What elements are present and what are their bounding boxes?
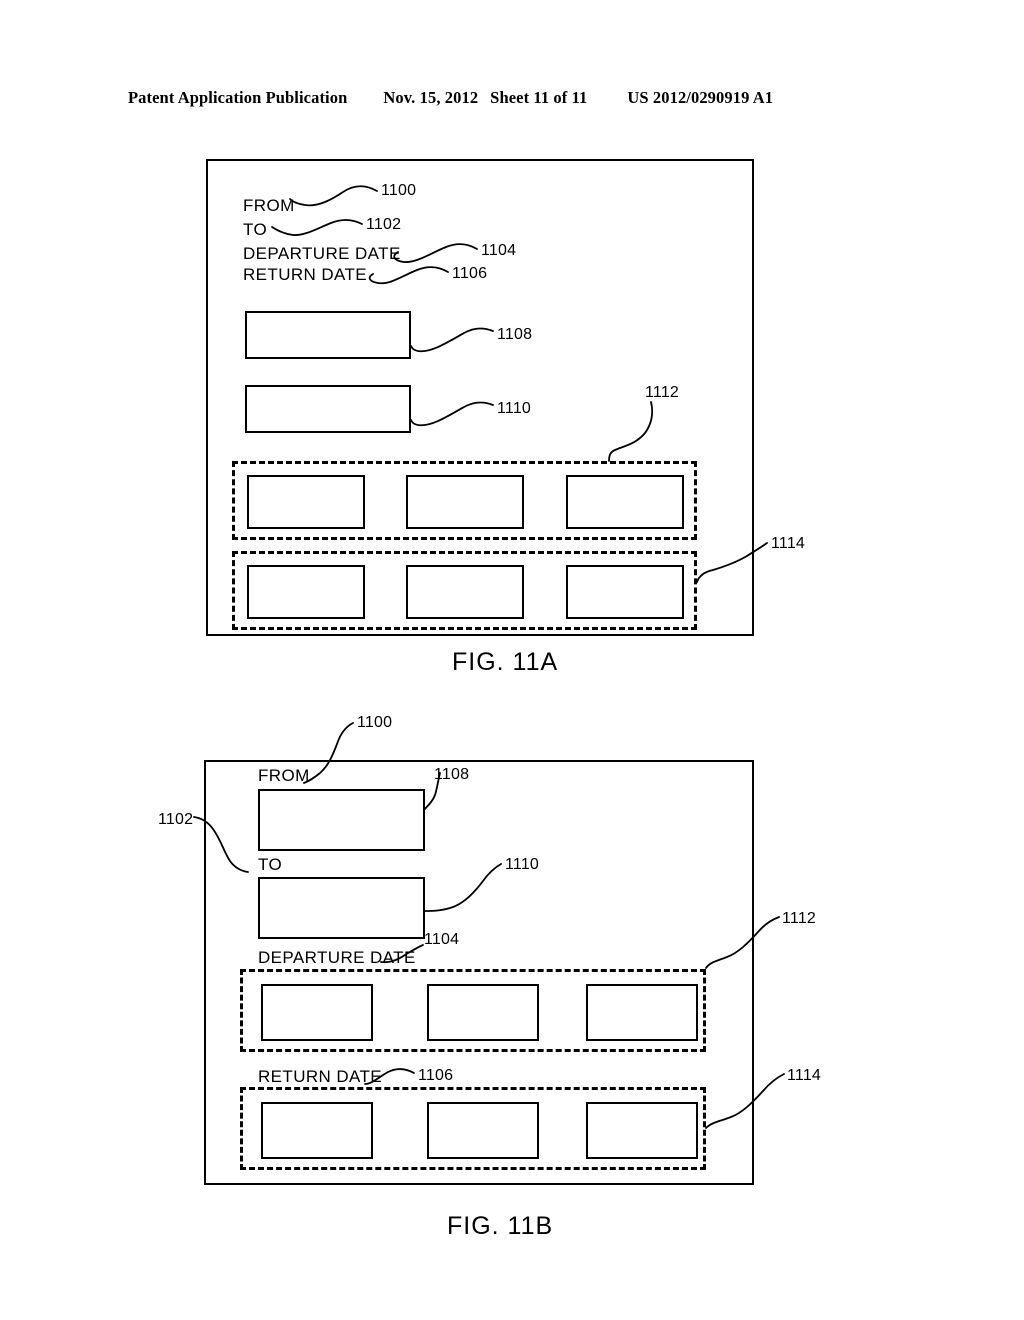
fig-11a-ref-1104: 1104 (481, 242, 517, 259)
fig-11b-return-option-1[interactable] (261, 1102, 373, 1159)
fig-11a-caption: FIG. 11A (452, 648, 559, 676)
fig-11b-ref-1104: 1104 (424, 931, 460, 948)
fig-11b-return-date-group (240, 1087, 706, 1170)
fig-11a-departure-option-3[interactable] (566, 475, 684, 529)
fig-11b-ref-1112: 1112 (782, 910, 817, 927)
fig-11b-return-option-2[interactable] (427, 1102, 539, 1159)
fig-11b-departure-option-2[interactable] (427, 984, 539, 1041)
header-publication-date: Nov. 15, 2012 (383, 88, 479, 107)
fig-11b-from-input-box[interactable] (258, 789, 425, 851)
fig-11b-ref-1106: 1106 (418, 1067, 454, 1084)
fig-11a-label-return-date: RETURN DATE (243, 265, 368, 284)
fig-11a-departure-option-2[interactable] (406, 475, 524, 529)
fig-11b-caption: FIG. 11B (447, 1212, 554, 1240)
fig-11a-label-from: FROM (243, 196, 295, 215)
fig-11a-ref-1114: 1114 (771, 535, 806, 552)
header-sheet-number: Sheet 11 of 11 (490, 88, 588, 107)
header-publication-title: Patent Application Publication (128, 88, 348, 107)
fig-11b-label-return-date: RETURN DATE (258, 1067, 383, 1086)
fig-11a-ref-1108: 1108 (497, 326, 533, 343)
fig-11b-ref-1108: 1108 (434, 766, 470, 783)
header-document-number: US 2012/0290919 A1 (627, 88, 774, 107)
fig-11a-to-input-box[interactable] (245, 385, 411, 433)
fig-11b-label-departure-date: DEPARTURE DATE (258, 948, 416, 967)
fig-11b-ref-1110: 1110 (505, 856, 540, 873)
fig-11a-ref-1106: 1106 (452, 265, 488, 282)
fig-11a-departure-option-1[interactable] (247, 475, 365, 529)
fig-11b-departure-option-3[interactable] (586, 984, 698, 1041)
fig-11b-ref-1100: 1100 (357, 714, 393, 731)
fig-11a-label-departure-date: DEPARTURE DATE (243, 244, 401, 263)
fig-11a-return-option-1[interactable] (247, 565, 365, 619)
fig-11a-ref-1110: 1110 (497, 400, 532, 417)
fig-11b-departure-option-1[interactable] (261, 984, 373, 1041)
fig-11a-return-date-group (232, 551, 697, 630)
fig-11b-departure-date-group (240, 969, 706, 1052)
fig-11b-ref-1114: 1114 (787, 1067, 822, 1084)
fig-11a-departure-date-group (232, 461, 697, 540)
fig-11a-label-to: TO (243, 220, 268, 239)
fig-11a-return-option-2[interactable] (406, 565, 524, 619)
page-header: Patent Application Publication Nov. 15, … (128, 88, 896, 112)
fig-11a-return-option-3[interactable] (566, 565, 684, 619)
fig-11a-from-input-box[interactable] (245, 311, 411, 359)
fig-11b-label-from: FROM (258, 766, 310, 785)
fig-11a-ref-1102: 1102 (366, 216, 402, 233)
fig-11a-ref-1112: 1112 (645, 384, 680, 401)
fig-11b-ref-1102: 1102 (158, 811, 194, 828)
fig-11a-ref-1100: 1100 (381, 182, 417, 199)
fig-11b-label-to: TO (258, 855, 283, 874)
fig-11b-to-input-box[interactable] (258, 877, 425, 939)
fig-11b-return-option-3[interactable] (586, 1102, 698, 1159)
